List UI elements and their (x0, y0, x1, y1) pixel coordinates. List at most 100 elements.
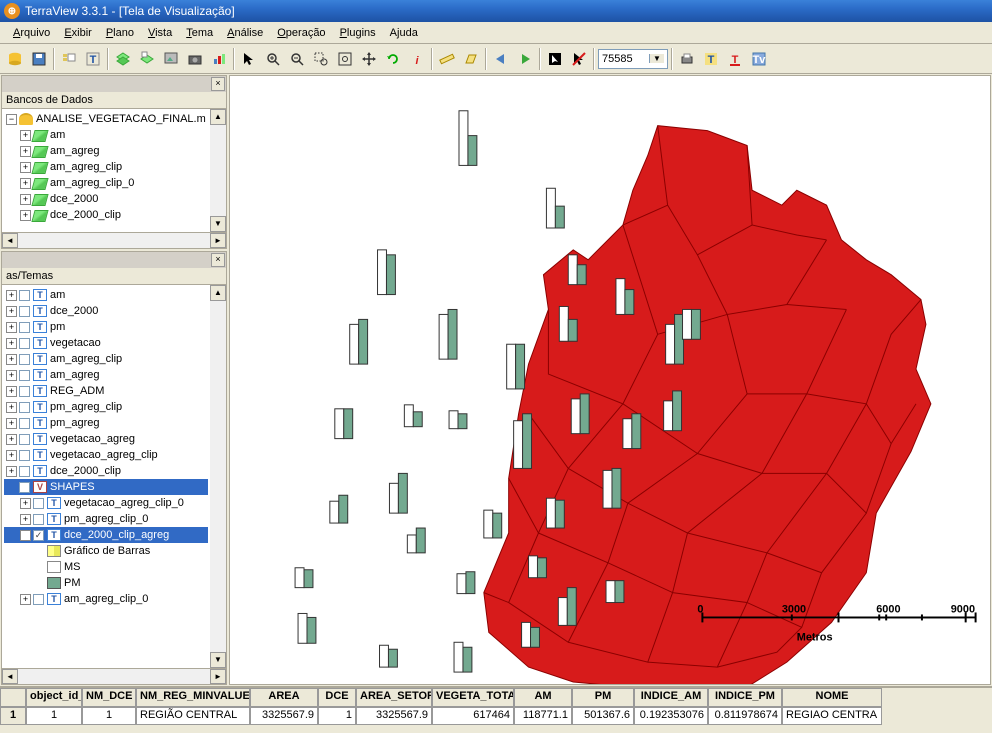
theme-item[interactable]: +Tam (4, 287, 208, 303)
tool-t-icon[interactable]: T (82, 48, 104, 70)
import-kml-icon[interactable] (136, 48, 158, 70)
theme-item[interactable]: +Tam_agreg (4, 367, 208, 383)
chevron-down-icon[interactable]: ▼ (649, 54, 664, 63)
text-window-icon[interactable]: Tv (748, 48, 770, 70)
scrollbar-v[interactable]: ▲▼ (210, 109, 226, 232)
menu-ajuda[interactable]: Ajuda (383, 25, 425, 41)
col-header[interactable]: VEGETA_TOTAL (432, 688, 514, 707)
map-view[interactable]: 0 3000 6000 9000 Metros (229, 75, 991, 685)
database-tree[interactable]: −ANALISE_VEGETACAO_FINAL.m+am+am_agreg+a… (2, 109, 210, 232)
theme-item[interactable]: +Tvegetacao_agreg (4, 431, 208, 447)
cell[interactable]: REGIAO CENTRA (782, 707, 882, 725)
measure-area-icon[interactable] (460, 48, 482, 70)
theme-item[interactable]: +Tam_agreg_clip (4, 351, 208, 367)
cell[interactable]: 501367.6 (572, 707, 634, 725)
menu-operação[interactable]: Operação (270, 25, 332, 41)
theme-item[interactable]: +Tvegetacao_agreg_clip_0 (4, 495, 208, 511)
chart-icon[interactable] (208, 48, 230, 70)
themes-tree[interactable]: +Tam+Tdce_2000+Tpm+Tvegetacao+Tam_agreg_… (2, 285, 210, 668)
layer-item[interactable]: +am_agreg_clip (4, 159, 208, 175)
cell[interactable]: 3325567.9 (250, 707, 318, 725)
menu-plugins[interactable]: Plugins (333, 25, 383, 41)
menu-tema[interactable]: Tema (179, 25, 220, 41)
layer-item[interactable]: +am_agreg (4, 143, 208, 159)
col-header[interactable]: NOME (782, 688, 882, 707)
ruler-icon[interactable] (436, 48, 458, 70)
close-panel-icon[interactable]: × (211, 253, 225, 267)
col-header[interactable]: INDICE_AM (634, 688, 708, 707)
close-panel-icon[interactable]: × (211, 77, 225, 91)
legend-item[interactable]: PM (4, 575, 208, 591)
pan-icon[interactable] (358, 48, 380, 70)
layer-item[interactable]: +am (4, 127, 208, 143)
zoom-in-icon[interactable] (262, 48, 284, 70)
col-header[interactable]: NM_REG_MINVALUE (136, 688, 250, 707)
shapes-group[interactable]: VSHAPES (4, 479, 208, 495)
scrollbar-v[interactable]: ▲▼ (210, 285, 226, 668)
col-header[interactable]: INDICE_PM (708, 688, 782, 707)
menu-análise[interactable]: Análise (220, 25, 270, 41)
database-icon[interactable] (4, 48, 26, 70)
col-header[interactable]: DCE (318, 688, 356, 707)
scrollbar-h[interactable]: ◄► (2, 668, 226, 684)
arrow-left-icon[interactable] (490, 48, 512, 70)
menu-exibir[interactable]: Exibir (57, 25, 99, 41)
text-red-icon[interactable]: T (724, 48, 746, 70)
cell[interactable]: 1 (0, 707, 26, 725)
col-header[interactable]: AREA_SETOR (356, 688, 432, 707)
vista-icon[interactable] (58, 48, 80, 70)
theme-item[interactable]: +Tdce_2000_clip (4, 463, 208, 479)
reload-icon[interactable] (382, 48, 404, 70)
cell[interactable]: 3325567.9 (356, 707, 432, 725)
cell[interactable]: 0.811978674 (708, 707, 782, 725)
cell[interactable]: 617464 (432, 707, 514, 725)
layer-item[interactable]: +dce_2000_clip (4, 207, 208, 223)
cell[interactable]: REGIÃO CENTRAL (136, 707, 250, 725)
theme-item[interactable]: +Tpm_agreg_clip (4, 399, 208, 415)
theme-item[interactable]: +Tvegetacao (4, 335, 208, 351)
clear-select-icon[interactable] (568, 48, 590, 70)
menu-arquivo[interactable]: Arquivo (6, 25, 57, 41)
arrow-right-icon[interactable] (514, 48, 536, 70)
col-header[interactable] (0, 688, 26, 707)
theme-item[interactable]: +Tdce_2000 (4, 303, 208, 319)
theme-item[interactable]: +TREG_ADM (4, 383, 208, 399)
theme-item[interactable]: +Tam_agreg_clip_0 (4, 591, 208, 607)
legend-item[interactable]: Gráfico de Barras (4, 543, 208, 559)
table-row[interactable]: 111REGIÃO CENTRAL3325567.913325567.96174… (0, 707, 992, 725)
zoom-area-icon[interactable] (310, 48, 332, 70)
scale-combo[interactable]: 75585▼ (598, 49, 668, 69)
text-bg-icon[interactable]: T (700, 48, 722, 70)
menu-vista[interactable]: Vista (141, 25, 179, 41)
col-header[interactable]: PM (572, 688, 634, 707)
col-header[interactable]: object_id_ (26, 688, 82, 707)
cell[interactable]: 1 (318, 707, 356, 725)
zoom-out-icon[interactable] (286, 48, 308, 70)
theme-selected[interactable]: −✓Tdce_2000_clip_agreg (4, 527, 208, 543)
cell[interactable]: 118771.1 (514, 707, 572, 725)
print-icon[interactable] (676, 48, 698, 70)
theme-item[interactable]: +Tpm_agreg (4, 415, 208, 431)
data-table[interactable]: object_id_NM_DCENM_REG_MINVALUEAREADCEAR… (0, 686, 992, 733)
menu-plano[interactable]: Plano (99, 25, 141, 41)
pointer-icon[interactable] (238, 48, 260, 70)
col-header[interactable]: NM_DCE (82, 688, 136, 707)
cell[interactable]: 1 (26, 707, 82, 725)
camera-icon[interactable] (184, 48, 206, 70)
col-header[interactable]: AM (514, 688, 572, 707)
save-icon[interactable] (28, 48, 50, 70)
theme-item[interactable]: +Tpm (4, 319, 208, 335)
layer-item[interactable]: +am_agreg_clip_0 (4, 175, 208, 191)
layer-item[interactable]: +dce_2000 (4, 191, 208, 207)
theme-item[interactable]: +Tvegetacao_agreg_clip (4, 447, 208, 463)
col-header[interactable]: AREA (250, 688, 318, 707)
select-arrow-icon[interactable] (544, 48, 566, 70)
info-icon[interactable]: i (406, 48, 428, 70)
theme-item[interactable]: +Tpm_agreg_clip_0 (4, 511, 208, 527)
tree-root[interactable]: −ANALISE_VEGETACAO_FINAL.m (4, 111, 208, 127)
legend-item[interactable]: MS (4, 559, 208, 575)
cell[interactable]: 0.192353076 (634, 707, 708, 725)
import-raster-icon[interactable] (160, 48, 182, 70)
layers-icon[interactable] (112, 48, 134, 70)
zoom-extent-icon[interactable] (334, 48, 356, 70)
